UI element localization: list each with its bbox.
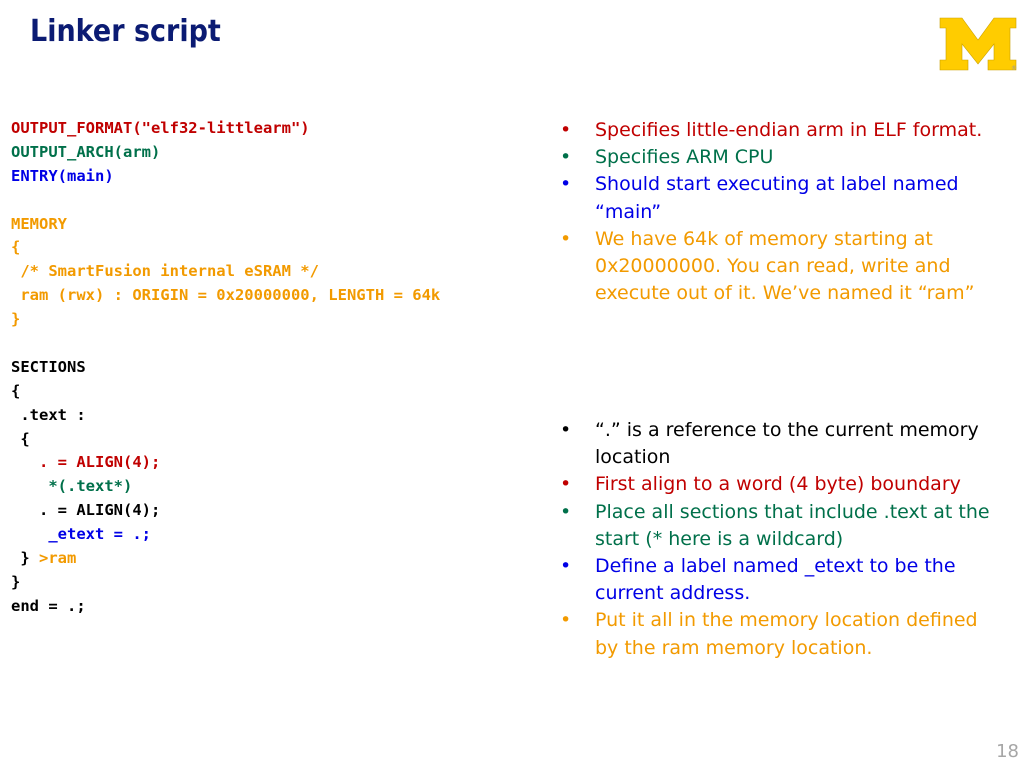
code-line: end = .; [11,595,440,619]
bullet-text: First align to a word (4 byte) boundary [595,473,961,496]
bullet-item: • Define a label named _etext to be the c… [560,553,1000,607]
bullet-dot-icon: • [560,500,572,523]
code-line: . = ALIGN(4); [11,499,440,523]
bullet-dot-icon: • [560,419,572,441]
code-line: SECTIONS [11,356,440,380]
code-text: ENTRY(main) [11,166,114,185]
university-logo: ® [939,17,1017,72]
code-line: { [11,236,440,260]
code-text: OUTPUT_ARCH(arm) [11,142,161,161]
bullet-text: We have 64k of memory starting at 0x2000… [595,227,975,305]
code-text: . = ALIGN(4); [11,453,161,472]
code-line: _etext = .; [11,523,440,547]
code-line: ENTRY(main) [11,165,440,189]
code-text: OUTPUT_FORMAT("elf32-littlearm") [11,119,310,137]
slide-title: Linker script [30,14,221,49]
code-line: *(.text*) [11,475,440,499]
bullet-item: • Specifies little-endian arm in ELF form… [560,117,1000,144]
bullet-dot-icon: • [560,146,572,169]
page-number: 18 [996,741,1019,762]
bullet-text: Should start executing at label named “m… [595,173,959,223]
bullet-text: Specifies little-endian arm in ELF forma… [595,119,983,141]
code-line: } >ram [11,547,440,571]
code-text: .text : [11,405,86,424]
code-text: /* SmartFusion internal eSRAM */ [11,262,319,281]
linker-script-code: OUTPUT_FORMAT("elf32-littlearm") OUTPUT_A… [11,117,440,619]
bullet-text: Place all sections that include .text at… [595,500,990,550]
bullet-text: Put it all in the memory location define… [595,609,978,659]
code-line: } [11,308,440,332]
bullet-item: • Place all sections that include .text a… [560,499,1000,553]
bullet-item: • Should start executing at label named “… [560,171,1000,225]
code-line: } [11,571,440,595]
code-text: ram (rwx) : ORIGIN = 0x20000000, LENGTH … [11,286,441,305]
code-text: . = ALIGN(4); [11,501,161,520]
code-text: } [11,310,21,329]
code-text: end = .; [11,596,86,615]
code-text: { [11,238,21,257]
code-text: *(.text*) [11,477,133,496]
bullet-list-bottom: • “.” is a reference to the current memor… [560,417,1000,662]
code-line: OUTPUT_ARCH(arm) [11,141,440,165]
bullet-dot-icon: • [560,473,572,496]
bullet-item: • Specifies ARM CPU [560,144,1000,171]
block-m-icon [939,17,1017,71]
code-text: { [11,429,30,448]
bullet-item: • First align to a word (4 byte) boundary [560,471,1000,498]
bullet-dot-icon: • [560,119,572,141]
code-line: .text : [11,404,440,428]
code-line: /* SmartFusion internal eSRAM */ [11,260,440,284]
code-line: MEMORY [11,213,440,237]
code-text: SECTIONS [11,357,86,376]
code-line: { [11,380,440,404]
bullet-dot-icon: • [560,173,572,196]
code-text: } [11,549,39,568]
code-text: _etext = .; [11,525,151,544]
registered-mark: ® [1011,65,1017,72]
bullet-item: • “.” is a reference to the current memor… [560,417,1000,471]
bullet-text: Specifies ARM CPU [595,146,774,169]
code-suffix: >ram [39,549,77,568]
code-line: ram (rwx) : ORIGIN = 0x20000000, LENGTH … [11,284,440,308]
code-text: { [11,381,21,400]
code-line: . = ALIGN(4); [11,451,440,475]
code-text: } [11,572,21,591]
bullet-dot-icon: • [560,555,572,578]
bullet-text: “.” is a reference to the current memory… [595,419,979,469]
code-line: { [11,428,440,452]
code-line: OUTPUT_FORMAT("elf32-littlearm") [11,117,440,141]
code-text: MEMORY [11,214,67,233]
bullet-list-top: • Specifies little-endian arm in ELF form… [560,117,1000,307]
bullet-item: • Put it all in the memory location defin… [560,607,1000,661]
bullet-dot-icon: • [560,609,572,632]
bullet-item: • We have 64k of memory starting at 0x200… [560,226,1000,308]
bullet-dot-icon: • [560,227,572,250]
bullet-text: Define a label named _etext to be the cu… [595,555,956,605]
